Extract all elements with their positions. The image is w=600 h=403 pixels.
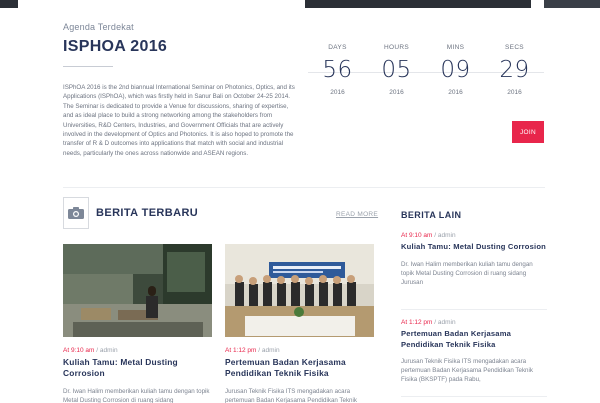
news-card-meta: At 1:12 pm / admin [225,347,374,354]
sidebar-item-author[interactable]: admin [438,319,456,326]
news-card-time: At 9:10 am [63,347,95,354]
sidebar-item-meta: At 1:12 pm / admin [401,319,547,326]
countdown-secs-label: SECS [505,44,524,51]
countdown-mins-label: MINS [446,44,465,51]
news-card-meta: At 9:10 am / admin [63,347,212,354]
event-description: ISPhOA 2016 is the 2nd biannual Internat… [63,84,295,157]
section-divider [63,187,545,188]
sidebar-item: At 1:12 pm / admin Pertemuan Badan Kerja… [401,319,547,384]
sidebar-item-meta: At 9:10 am / admin [401,232,547,239]
header-image-left [0,0,18,8]
news-card: At 9:10 am / admin Kuliah Tamu: Metal Du… [63,244,212,403]
event-title[interactable]: ISPHOA 2016 [63,38,167,56]
news-card-time: At 1:12 pm [225,347,257,354]
countdown-secs: SECS 29 2016 [485,44,544,96]
meeting-photo [225,244,374,337]
join-button[interactable]: JOIN [512,121,544,143]
countdown-mins-year: 2016 [448,89,463,96]
news-heading: BERITA TERBARU [96,207,199,219]
sidebar-item: At 9:10 am / admin Kuliah Tamu: Metal Du… [401,232,547,287]
sidebar-item-title[interactable]: Pertemuan Badan Kerjasama Pendidikan Tek… [401,329,547,350]
sidebar-item-title[interactable]: Kuliah Tamu: Metal Dusting Corrosion [401,242,547,253]
news-card-excerpt: Jurusan Teknik Fisika ITS mengadakan aca… [225,388,357,403]
sidebar-heading: BERITA LAIN [401,210,462,220]
countdown-hours-year: 2016 [389,89,404,96]
countdown-days-label: DAYS [328,44,347,51]
read-more-link[interactable]: READ MORE [336,211,378,218]
news-card-title[interactable]: Pertemuan Badan Kerjasama Pendidikan Tek… [225,357,374,379]
countdown-hours-label: HOURS [384,44,409,51]
camera-icon [68,207,84,219]
header-image-right [544,0,600,8]
countdown-mins: MINS 09 2016 [426,44,485,96]
header-image-center [305,0,531,8]
news-card-excerpt: Dr. Iwan Halim memberikan kuliah tamu de… [63,388,210,403]
countdown-hours-value: 05 [381,57,412,83]
countdown-hours: HOURS 05 2016 [367,44,426,96]
sidebar-item-author[interactable]: admin [438,232,456,239]
news-card-title[interactable]: Kuliah Tamu: Metal Dusting Corrosion [63,357,212,379]
sidebar-item-time: At 9:10 am [401,232,433,239]
news-icon-box [63,197,89,229]
countdown-days-year: 2016 [330,89,345,96]
news-card-image[interactable] [225,244,374,337]
sidebar-item-excerpt: Dr. Iwan Halim memberikan kuliah tamu de… [401,260,533,286]
sidebar-divider [401,396,547,397]
countdown-days-value: 56 [322,57,353,83]
sidebar-item-time: At 1:12 pm [401,319,433,326]
countdown-secs-value: 29 [499,57,530,83]
agenda-label: Agenda Terdekat [63,22,134,32]
lecture-photo [63,244,212,337]
title-divider [63,66,113,67]
news-card-author[interactable]: admin [262,347,280,354]
countdown-days: DAYS 56 2016 [308,44,367,96]
news-card-author[interactable]: admin [100,347,118,354]
sidebar-item-excerpt: Jurusan Teknik Fisika ITS mengadakan aca… [401,358,533,383]
countdown-mins-value: 09 [440,57,471,83]
news-card-image[interactable] [63,244,212,337]
countdown-secs-year: 2016 [507,89,522,96]
sidebar-divider [401,309,547,310]
news-card: At 1:12 pm / admin Pertemuan Badan Kerja… [225,244,374,403]
header-image-strip [0,0,600,8]
